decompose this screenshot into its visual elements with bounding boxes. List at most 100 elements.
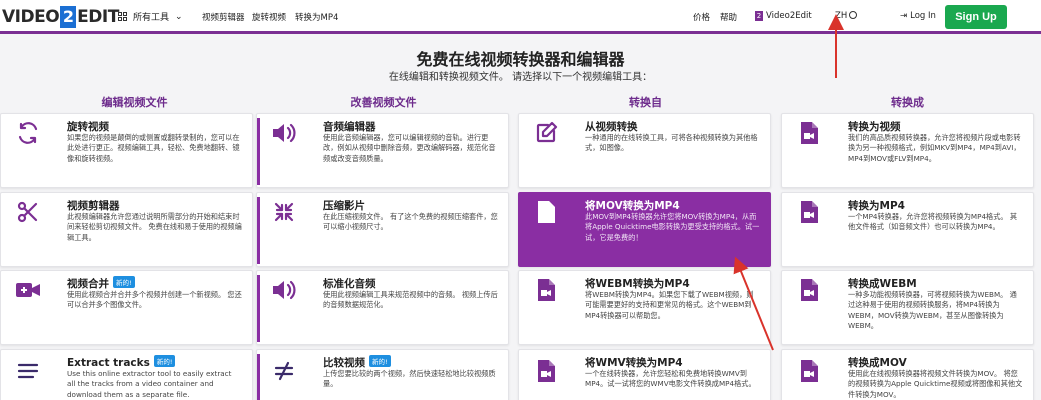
card-accent-bar bbox=[257, 354, 260, 400]
tool-card-description: 如果您的视频是颠倒的或侧置或翻转录制的，您可以在此处进行更正。视频编辑工具，轻松… bbox=[67, 133, 240, 163]
tool-card[interactable]: 旋转视频 如果您的视频是颠倒的或侧置或翻转录制的，您可以在此处进行更正。视频编辑工… bbox=[0, 113, 253, 188]
tool-card-title-text: Extract tracks bbox=[67, 357, 150, 369]
language-label: ZH bbox=[835, 11, 848, 21]
top-navigation-bar: VIDEO 2 EDIT 所有工具 ⌄ 视频剪辑器 旋转视频 转换为MP4 价格 帮… bbox=[0, 0, 1041, 34]
tool-card-title-text: 转换为MP4 bbox=[848, 200, 905, 212]
tool-card-description: 我们的高品质视频转换器，允许您将视频片段或电影转换为另一种视频格式，例如MKV到… bbox=[848, 133, 1021, 163]
tool-card[interactable]: 转换成MOV 使用此在线视频转换器将视频文件转换为MOV。 将您的视频转换为App… bbox=[781, 349, 1034, 400]
tool-card-title-text: 压缩影片 bbox=[323, 200, 365, 212]
volume-icon bbox=[269, 275, 299, 305]
video2edit-mini-icon: 2 bbox=[755, 11, 763, 21]
nav-link-video2edit[interactable]: 2 Video2Edit bbox=[755, 11, 812, 21]
tool-card-title: 压缩影片 bbox=[323, 198, 365, 213]
tool-card-title-text: 转换成MOV bbox=[848, 357, 907, 369]
video-file-icon bbox=[794, 356, 824, 386]
tool-card-title: 视频剪辑器 bbox=[67, 198, 120, 213]
tool-card-title-text: 音频编辑器 bbox=[323, 121, 376, 133]
new-badge: 新的! bbox=[153, 355, 176, 367]
card-accent-bar bbox=[257, 118, 260, 185]
volume-icon bbox=[269, 118, 299, 148]
tool-card[interactable]: 音频编辑器 使用此音频编辑器，您可以编辑视频的音轨。进行更改，例如从视频中删除音频… bbox=[256, 113, 509, 188]
video-file-icon bbox=[794, 275, 824, 305]
tool-card-description: Use this online extractor tool to easily… bbox=[67, 369, 232, 399]
tool-card-title: 将WEBM转换为MP4 bbox=[585, 276, 690, 291]
video-file-icon bbox=[794, 197, 824, 227]
new-badge: 新的! bbox=[113, 276, 135, 288]
tool-card-description: 此MOV到MP4转换器允许您将MOV转换为MP4，从而将Apple Quickt… bbox=[585, 212, 760, 242]
nav-link-help[interactable]: 帮助 bbox=[720, 11, 737, 23]
card-accent-bar bbox=[257, 275, 260, 342]
tool-card-description: 使用此视频编辑工具来规范视频中的音频。 视频上传后的音频数据规范化。 bbox=[323, 290, 498, 310]
tool-card-description: 一个MP4转换器，允许您将视频转换为MP4格式。 其他文件格式（如音频文件）也可… bbox=[848, 212, 1018, 232]
page-subtitle: 在线编辑和转换视频文件。 请选择以下一个视频编辑工具： bbox=[388, 72, 653, 83]
tool-card[interactable]: 将WMV转换为MP4 一个在线转换器，允许您轻松和免费地转换WMV到MP4。试一试… bbox=[518, 349, 771, 400]
video-file-icon bbox=[794, 118, 824, 148]
edit-icon bbox=[531, 118, 561, 148]
page-title: 免费在线视频转换器和编辑器 bbox=[416, 50, 625, 69]
nav-link-pricing[interactable]: 价格 bbox=[693, 11, 710, 23]
tool-card[interactable]: Extract tracks 新的! Use this online extract… bbox=[0, 349, 253, 400]
all-tools-menu[interactable]: 所有工具 ⌄ bbox=[118, 10, 183, 23]
tool-card[interactable]: 视频合并 新的! 使用此视频合并合并多个视频并创建一个新视频。 您还可以合并多个图像… bbox=[0, 270, 253, 345]
tool-card-title: Extract tracks 新的! bbox=[67, 355, 176, 369]
tool-card-title-text: 视频合并 bbox=[67, 278, 109, 290]
camera-icon bbox=[13, 275, 43, 305]
login-icon: ⇥ bbox=[900, 11, 908, 21]
tool-card[interactable]: 转换成WEBM 一种多功能视频转换器，可将视频转换为WEBM。 通过这种易于使用的… bbox=[781, 270, 1034, 345]
rotate-icon bbox=[13, 118, 43, 148]
logo-badge-2: 2 bbox=[60, 6, 77, 28]
tool-card-title-text: 标准化音频 bbox=[323, 278, 376, 290]
menu-icon bbox=[13, 356, 43, 386]
tool-card[interactable]: 转换为MP4 一个MP4转换器，允许您将视频转换为MP4格式。 其他文件格式（如音… bbox=[781, 192, 1034, 267]
tool-card-description: 此视频编辑器允许您通过说明所需部分的开始和结束时间来轻松剪切视频文件。 免费在线… bbox=[67, 212, 242, 242]
tool-card-description: 在此压缩视频文件。 有了这个免费的视频压缩套件，您可以缩小视频尺寸。 bbox=[323, 212, 498, 232]
tool-card-title: 转换成WEBM bbox=[848, 276, 917, 291]
tool-card-title: 比较视频 新的! bbox=[323, 355, 391, 370]
tool-card-title: 转换为MP4 bbox=[848, 198, 905, 213]
tool-card-description: 一种通用的在线转换工具，可将各种视频转换为其他格式，如图像。 bbox=[585, 133, 758, 153]
tool-card-title: 将WMV转换为MP4 bbox=[585, 355, 683, 370]
video2edit-logo[interactable]: VIDEO 2 EDIT bbox=[2, 6, 119, 28]
login-link[interactable]: ⇥ Log In bbox=[900, 11, 936, 21]
tool-card-title-text: 将WMV转换为MP4 bbox=[585, 357, 683, 369]
sign-up-button[interactable]: Sign Up bbox=[945, 5, 1007, 29]
tool-card[interactable]: 视频剪辑器 此视频编辑器允许您通过说明所需部分的开始和结束时间来轻松剪切视频文件。… bbox=[0, 192, 253, 267]
tool-card-title: 标准化音频 bbox=[323, 276, 376, 291]
tool-card-title: 转换为视频 bbox=[848, 119, 901, 134]
video-file-icon bbox=[531, 275, 561, 305]
tool-card[interactable]: 压缩影片 在此压缩视频文件。 有了这个免费的视频压缩套件，您可以缩小视频尺寸。 bbox=[256, 192, 509, 267]
column-heading-convert-from: 转换自 bbox=[629, 96, 662, 109]
language-selector[interactable]: ZH bbox=[835, 11, 858, 21]
tool-card-description: 上传您要比较的两个视频，然后快速轻松地比较视频质量。 bbox=[323, 369, 496, 389]
tool-card-title: 从视频转换 bbox=[585, 119, 638, 134]
video-file-icon bbox=[531, 197, 561, 227]
video-file-icon bbox=[531, 356, 561, 386]
card-accent-bar bbox=[257, 197, 260, 264]
tool-card[interactable]: 转换为视频 我们的高品质视频转换器，允许您将视频片段或电影转换为另一种视频格式，例… bbox=[781, 113, 1034, 188]
column-heading-edit: 编辑视频文件 bbox=[101, 96, 168, 109]
logo-text-video: VIDEO bbox=[2, 7, 60, 27]
tool-card-description: 使用此音频编辑器，您可以编辑视频的音轨。进行更改，例如从视频中删除音频，更改编解… bbox=[323, 133, 496, 163]
tool-card-title-text: 视频剪辑器 bbox=[67, 200, 120, 212]
tool-card[interactable]: 将WEBM转换为MP4 将WEBM转换为MP4。如果您下载了WEBM视频，则可能需… bbox=[518, 270, 771, 345]
login-label: Log In bbox=[910, 11, 936, 21]
compress-icon bbox=[269, 197, 299, 227]
nav-link-video-cutter[interactable]: 视频剪辑器 bbox=[202, 11, 245, 23]
nav-link-convert-mp4[interactable]: 转换为MP4 bbox=[295, 11, 338, 23]
logo-text-edit: EDIT bbox=[77, 7, 119, 27]
tool-card[interactable]: 标准化音频 使用此视频编辑工具来规范视频中的音频。 视频上传后的音频数据规范化。 bbox=[256, 270, 509, 345]
tool-card-title-text: 比较视频 bbox=[323, 357, 365, 369]
tool-card-title-text: 将MOV转换为MP4 bbox=[585, 200, 680, 212]
tool-card-title-text: 旋转视频 bbox=[67, 121, 109, 133]
tool-card-description: 一种多功能视频转换器，可将视频转换为WEBM。 通过这种易于使用的视频转换服务，… bbox=[848, 290, 1017, 331]
tool-card-title-text: 从视频转换 bbox=[585, 121, 638, 133]
column-heading-convert-to: 转换成 bbox=[891, 96, 924, 109]
globe-icon bbox=[849, 11, 858, 19]
tool-card[interactable]: 从视频转换 一种通用的在线转换工具，可将各种视频转换为其他格式，如图像。 bbox=[518, 113, 771, 188]
scissors-icon bbox=[13, 197, 43, 227]
chevron-down-icon: ⌄ bbox=[175, 11, 183, 22]
tool-card[interactable]: 比较视频 新的! 上传您要比较的两个视频，然后快速轻松地比较视频质量。 bbox=[256, 349, 509, 400]
nav-link-rotate-video[interactable]: 旋转视频 bbox=[252, 11, 286, 23]
tool-card[interactable]: 将MOV转换为MP4 此MOV到MP4转换器允许您将MOV转换为MP4，从而将Ap… bbox=[518, 192, 771, 267]
column-heading-improve: 改善视频文件 bbox=[350, 96, 417, 109]
